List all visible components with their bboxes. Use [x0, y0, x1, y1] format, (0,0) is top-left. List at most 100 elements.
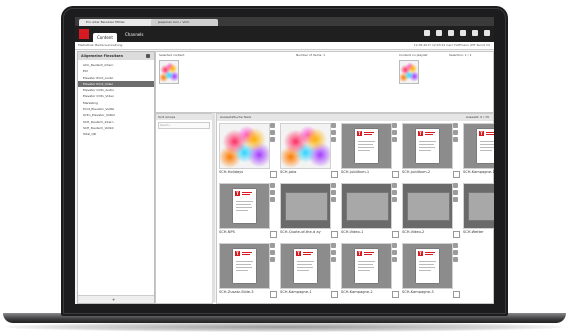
- preview-icon[interactable]: [453, 250, 458, 255]
- laptop-shadow: [6, 322, 563, 332]
- info-icon[interactable]: [392, 137, 397, 142]
- media-thumbnail[interactable]: T: [280, 243, 331, 289]
- media-thumbnail[interactable]: [463, 183, 494, 229]
- media-tile[interactable]: T SCH-Jubiläum-2: [402, 123, 460, 181]
- playlist-thumbnail[interactable]: [399, 60, 419, 84]
- selected-thumbnail[interactable]: [159, 60, 179, 84]
- media-thumbnail[interactable]: T: [341, 243, 392, 289]
- media-tile[interactable]: SCH-Jobs: [280, 123, 338, 181]
- edit-icon[interactable]: [270, 183, 275, 188]
- media-thumbnail[interactable]: [219, 123, 270, 169]
- media-tile[interactable]: SCH-Quote-of-the-d ay: [280, 183, 338, 241]
- media-tile[interactable]: SCH-Video-1: [341, 183, 399, 241]
- edit-icon[interactable]: [331, 123, 336, 128]
- tile-actions: [270, 183, 276, 204]
- info-icon[interactable]: [392, 257, 397, 262]
- preview-icon[interactable]: [331, 130, 336, 135]
- info-icon[interactable]: [453, 257, 458, 262]
- monitor-icon[interactable]: [424, 30, 430, 36]
- browser-tab-2[interactable]: Jeeponen Ann • Vorli.: [151, 19, 218, 26]
- media-tile[interactable]: T SCH-Kampagne-1: [463, 123, 494, 181]
- edit-icon[interactable]: [331, 243, 336, 248]
- select-checkbox[interactable]: [331, 291, 338, 298]
- select-checkbox[interactable]: [270, 231, 277, 238]
- tile-actions: [270, 243, 276, 264]
- media-tile[interactable]: SCH-Video-2: [402, 183, 460, 241]
- info-icon[interactable]: [453, 137, 458, 142]
- media-thumbnail[interactable]: T: [402, 123, 453, 169]
- preview-icon[interactable]: [270, 130, 275, 135]
- media-tile[interactable]: T SCH-Kampagne-1: [280, 243, 338, 301]
- info-icon[interactable]: [331, 257, 336, 262]
- info-icon[interactable]: [331, 137, 336, 142]
- preview-icon[interactable]: [392, 250, 397, 255]
- media-tile[interactable]: T SCH-Kampagne-3: [402, 243, 460, 301]
- media-tile[interactable]: T SCH-Jubiläum-1: [341, 123, 399, 181]
- search-icon[interactable]: [146, 54, 150, 58]
- select-checkbox[interactable]: [453, 231, 460, 238]
- edit-icon[interactable]: [392, 243, 397, 248]
- folder-item[interactable]: Total_QR: [78, 131, 154, 137]
- media-thumbnail[interactable]: T: [219, 243, 270, 289]
- info-icon[interactable]: [270, 197, 275, 202]
- edit-icon[interactable]: [392, 123, 397, 128]
- media-thumbnail[interactable]: [280, 123, 331, 169]
- edit-icon[interactable]: [331, 183, 336, 188]
- media-thumbnail[interactable]: T: [402, 243, 453, 289]
- media-caption: SCH-Video-1: [341, 230, 364, 234]
- user-icon[interactable]: [460, 30, 466, 36]
- media-caption: SCH-Holidays: [219, 170, 244, 174]
- edit-icon[interactable]: [270, 243, 275, 248]
- media-thumbnail[interactable]: T: [341, 123, 392, 169]
- info-icon[interactable]: [270, 257, 275, 262]
- copy-icon[interactable]: [436, 30, 442, 36]
- preview-icon[interactable]: [331, 190, 336, 195]
- edit-icon[interactable]: [453, 123, 458, 128]
- info-icon[interactable]: [392, 197, 397, 202]
- tile-actions: [453, 123, 459, 144]
- preview-icon[interactable]: [453, 190, 458, 195]
- info-icon[interactable]: [331, 197, 336, 202]
- edit-icon[interactable]: [453, 243, 458, 248]
- preview-icon[interactable]: [331, 250, 336, 255]
- settings-icon[interactable]: [472, 30, 478, 36]
- select-checkbox[interactable]: [331, 171, 338, 178]
- select-checkbox[interactable]: [270, 291, 277, 298]
- nav-tab-content[interactable]: Content: [93, 33, 117, 42]
- media-thumbnail[interactable]: [280, 183, 331, 229]
- nav-tab-channels[interactable]: Channels: [121, 30, 148, 39]
- info-icon[interactable]: [453, 197, 458, 202]
- select-checkbox[interactable]: [392, 171, 399, 178]
- media-tile[interactable]: SCH-Wetter: [463, 183, 494, 241]
- preview-icon[interactable]: [392, 190, 397, 195]
- grid-icon[interactable]: [448, 30, 454, 36]
- media-caption: SCH-Zusatz-Slide-3: [219, 290, 254, 294]
- select-checkbox[interactable]: [453, 291, 460, 298]
- media-tile[interactable]: T SCH-Kampagne-2: [341, 243, 399, 301]
- select-checkbox[interactable]: [453, 171, 460, 178]
- edit-icon[interactable]: [453, 183, 458, 188]
- sort-search-input[interactable]: Search...: [158, 122, 210, 129]
- panel-splitter[interactable]: [212, 113, 215, 302]
- preview-icon[interactable]: [270, 190, 275, 195]
- add-folder-button[interactable]: +: [112, 297, 115, 302]
- logout-icon[interactable]: [484, 30, 490, 36]
- edit-icon[interactable]: [270, 123, 275, 128]
- preview-icon[interactable]: [453, 130, 458, 135]
- browser-tab-1[interactable]: Ein unter Benutzer Mfotel: [79, 19, 156, 26]
- media-thumbnail[interactable]: T: [463, 123, 494, 169]
- media-thumbnail[interactable]: T: [219, 183, 270, 229]
- media-tile[interactable]: SCH-Holidays: [219, 123, 277, 181]
- select-checkbox[interactable]: [392, 231, 399, 238]
- preview-icon[interactable]: [270, 250, 275, 255]
- preview-icon[interactable]: [392, 130, 397, 135]
- edit-icon[interactable]: [392, 183, 397, 188]
- media-thumbnail[interactable]: [402, 183, 453, 229]
- select-checkbox[interactable]: [270, 171, 277, 178]
- media-tile[interactable]: T SCH-Zusatz-Slide-3: [219, 243, 277, 301]
- select-checkbox[interactable]: [392, 291, 399, 298]
- media-thumbnail[interactable]: [341, 183, 392, 229]
- media-tile[interactable]: T SCH-NPS: [219, 183, 277, 241]
- info-icon[interactable]: [270, 137, 275, 142]
- select-checkbox[interactable]: [331, 231, 338, 238]
